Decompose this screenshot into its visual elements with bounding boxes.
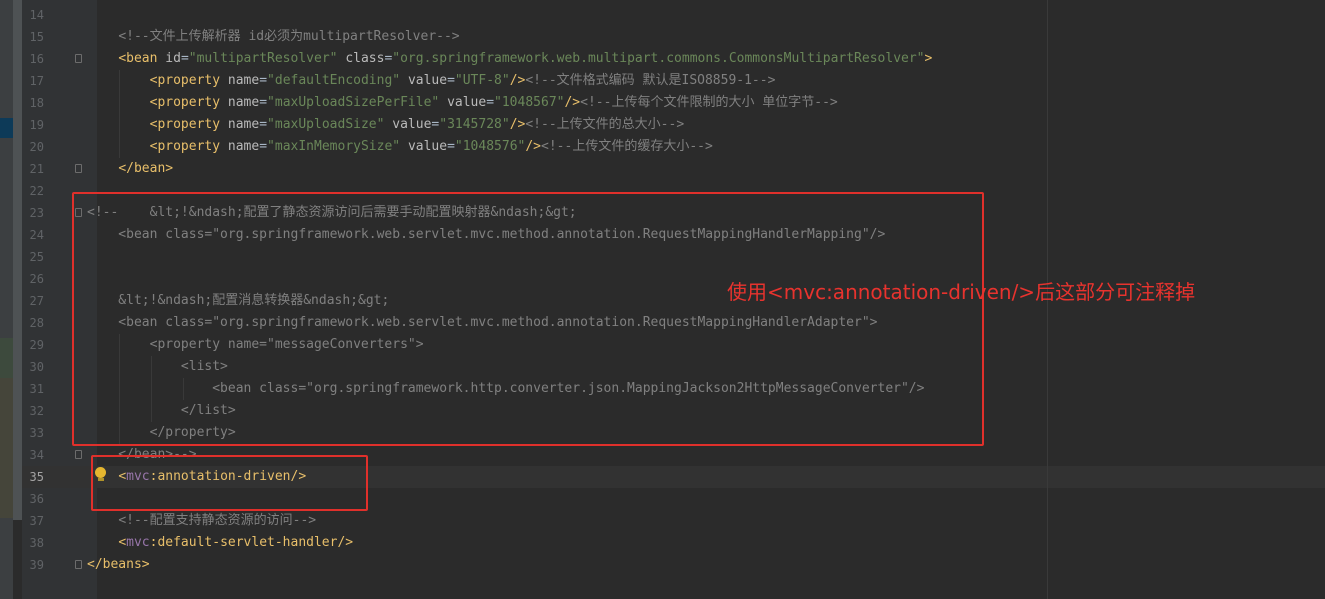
strip-highlight bbox=[0, 338, 13, 378]
code-line-18[interactable]: 18 <property name="maxUploadSizePerFile"… bbox=[22, 92, 1325, 114]
fold-marker-icon[interactable] bbox=[75, 560, 82, 569]
code-line-19[interactable]: 19 <property name="maxUploadSize" value=… bbox=[22, 114, 1325, 136]
code-line-39[interactable]: 39 </beans> bbox=[22, 554, 1325, 576]
line-number: 38 bbox=[29, 536, 44, 550]
line-number: 24 bbox=[29, 228, 44, 242]
code-text: <property name="maxInMemorySize" value="… bbox=[149, 139, 713, 154]
code-line-21[interactable]: 21 </bean> bbox=[22, 158, 1325, 180]
line-number: 18 bbox=[29, 96, 44, 110]
code-line-16[interactable]: 16 <bean id="multipartResolver" class="o… bbox=[22, 48, 1325, 70]
code-line-37[interactable]: 37 <!--配置支持静态资源的访问--> bbox=[22, 510, 1325, 532]
line-number: 39 bbox=[29, 558, 44, 572]
fold-marker-icon[interactable] bbox=[75, 54, 82, 63]
line-number: 19 bbox=[29, 118, 44, 132]
code-text: <property name="maxUploadSize" value="31… bbox=[149, 117, 685, 132]
annotation-box-commented-block bbox=[72, 192, 984, 446]
line-number: 15 bbox=[29, 30, 44, 44]
lightbulb-icon[interactable] bbox=[95, 467, 106, 478]
line-number: 37 bbox=[29, 514, 44, 528]
line-number: 23 bbox=[29, 206, 44, 220]
line-number: 32 bbox=[29, 404, 44, 418]
code-text: <mvc:default-servlet-handler/> bbox=[118, 535, 354, 550]
code-text: <property name="maxUploadSizePerFile" va… bbox=[149, 95, 838, 110]
line-number: 26 bbox=[29, 272, 44, 286]
annotation-box-mvc-driven bbox=[91, 455, 368, 511]
code-line-15[interactable]: 15 <!--文件上传解析器 id必须为multipartResolver--> bbox=[22, 26, 1325, 48]
code-line-20[interactable]: 20 <property name="maxInMemorySize" valu… bbox=[22, 136, 1325, 158]
annotation-text: 使用<mvc:annotation-driven/>后这部分可注释掉 bbox=[727, 280, 1196, 304]
code-line-14[interactable]: 14 bbox=[22, 4, 1325, 26]
line-number: 20 bbox=[29, 140, 44, 154]
line-number: 17 bbox=[29, 74, 44, 88]
lightbulb-base bbox=[98, 478, 104, 481]
line-number: 28 bbox=[29, 316, 44, 330]
code-text: <!--文件上传解析器 id必须为multipartResolver--> bbox=[118, 29, 460, 44]
line-number: 35 bbox=[29, 470, 44, 484]
strip-highlight-2 bbox=[0, 378, 13, 518]
line-number: 34 bbox=[29, 448, 44, 462]
line-number: 22 bbox=[29, 184, 44, 198]
code-line-17[interactable]: 17 <property name="defaultEncoding" valu… bbox=[22, 70, 1325, 92]
line-number: 16 bbox=[29, 52, 44, 66]
strip-selection bbox=[0, 118, 13, 138]
panel-scrollbar[interactable] bbox=[13, 0, 22, 520]
code-text: </bean> bbox=[118, 161, 174, 176]
project-panel-strip bbox=[0, 0, 13, 599]
fold-marker-icon[interactable] bbox=[75, 450, 82, 459]
line-number: 31 bbox=[29, 382, 44, 396]
code-text: </beans> bbox=[87, 557, 150, 572]
code-text: <property name="defaultEncoding" value="… bbox=[149, 73, 776, 88]
line-number: 30 bbox=[29, 360, 44, 374]
code-text: <bean id="multipartResolver" class="org.… bbox=[118, 51, 933, 66]
line-number: 33 bbox=[29, 426, 44, 440]
code-text: <!--配置支持静态资源的访问--> bbox=[118, 513, 317, 528]
line-number: 25 bbox=[29, 250, 44, 264]
line-number: 29 bbox=[29, 338, 44, 352]
line-number: 36 bbox=[29, 492, 44, 506]
line-number: 27 bbox=[29, 294, 44, 308]
line-number: 14 bbox=[29, 8, 44, 22]
code-line-38[interactable]: 38 <mvc:default-servlet-handler/> bbox=[22, 532, 1325, 554]
fold-marker-icon[interactable] bbox=[75, 164, 82, 173]
line-number: 21 bbox=[29, 162, 44, 176]
